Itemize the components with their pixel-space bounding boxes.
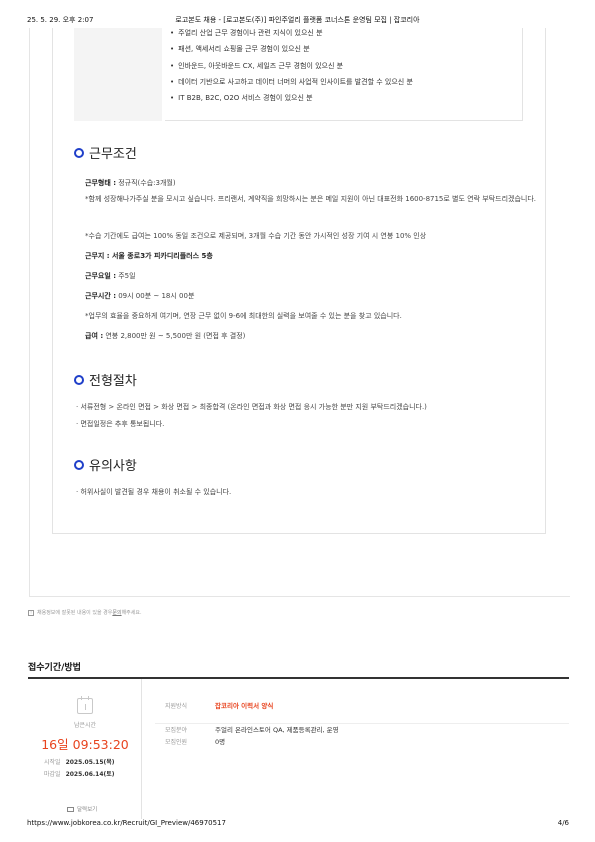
qualification-item: IT B2B, B2C, O2O 서비스 경험이 있으신 분 <box>170 93 312 103</box>
preferred-qualifications-list: 주얼리 산업 근무 경험이나 관련 지식이 있으신 분 패션, 액세서리 쇼핑몰… <box>165 28 523 121</box>
work-hours-value: 09시 00분 ~ 18시 00분 <box>116 292 195 300</box>
remaining-time-label: 남은시간 <box>73 722 97 729</box>
end-date-row: 마감일 2025.06.14(토) <box>44 769 115 778</box>
remaining-time-countdown: 16일 09:53:20 <box>41 737 129 752</box>
section-title-text: 전형절차 <box>89 374 137 389</box>
report-error-notice: ! 채용정보에 잘못된 내용이 있을 경우 문의 해주세요. <box>28 609 142 616</box>
start-date-label: 시작일 <box>44 759 61 766</box>
section-title-text: 유의사항 <box>89 459 137 474</box>
qualification-item: 인바운드, 아웃바운드 CX, 세일즈 근무 경험이 있으신 분 <box>170 61 343 71</box>
work-days-label: 근무요일 : <box>85 272 116 280</box>
section-title-process: 전형절차 <box>74 370 137 389</box>
work-hours: 근무시간 : 09시 00분 ~ 18시 00분 <box>85 291 194 301</box>
work-days: 근무요일 : 주5일 <box>85 271 136 281</box>
circle-bullet-icon <box>74 374 84 385</box>
note-probation: *수습 기간에도 급여는 100% 동일 조건으로 제공되며, 3개월 수습 기… <box>85 232 427 240</box>
recruit-count-value: 0명 <box>215 738 226 746</box>
start-date-row: 시작일 2025.05.15(목) <box>44 757 115 766</box>
end-date-value: 2025.06.14(토) <box>65 771 115 778</box>
circle-bullet-icon <box>74 459 84 470</box>
print-url: https://www.jobkorea.co.kr/Recruit/GI_Pr… <box>27 819 226 827</box>
recruit-field-label: 모집분야 <box>165 727 188 734</box>
calendar-view-button[interactable]: 달력보기 <box>67 805 97 813</box>
info-icon: ! <box>28 609 34 616</box>
circle-bullet-icon <box>74 147 84 158</box>
end-date-label: 마감일 <box>44 771 61 778</box>
qualification-item: 주얼리 산업 근무 경험이나 관련 지식이 있으신 분 <box>170 28 322 38</box>
qualification-item: 데이터 기반으로 사고하고 데이터 너머의 사업적 인사이트를 발견할 수 있으… <box>170 77 413 87</box>
work-location-text: 근무지 : 서울 종로3가 피카디리플러스 5층 <box>85 252 213 260</box>
apply-section-title: 접수기간/방법 <box>28 663 81 673</box>
inquiry-link[interactable]: 문의 <box>112 609 121 616</box>
recruit-field-value: 주얼리 온라인스토어 QA, 제품등록관리, 운영 <box>215 726 339 734</box>
work-location: 근무지 : 서울 종로3가 피카디리플러스 5층 <box>85 251 213 261</box>
employment-type-value: 정규직(수습:3개월) <box>116 179 176 187</box>
notice-text-end: 해주세요. <box>121 610 142 616</box>
qualification-item: 패션, 액세서리 쇼핑몰 근무 경험이 있으신 분 <box>170 44 310 54</box>
start-date-value: 2025.05.15(목) <box>65 759 115 766</box>
work-hours-label: 근무시간 : <box>85 292 116 300</box>
section-title-text: 근무조건 <box>89 147 137 162</box>
print-footer: https://www.jobkorea.co.kr/Recruit/GI_Pr… <box>0 819 595 831</box>
salary-value: 연봉 2,800만 원 ~ 5,500만 원 (면접 후 결정) <box>103 332 246 340</box>
employment-type-label: 근무형태 : <box>85 179 116 187</box>
salary: 급여 : 연봉 2,800만 원 ~ 5,500만 원 (면접 후 결정) <box>85 331 245 341</box>
section-title-cautions: 유의사항 <box>74 455 137 474</box>
recruit-count-label: 모집인원 <box>165 739 188 746</box>
section-title-conditions: 근무조건 <box>74 143 137 162</box>
caution-item: · 허위사실이 발견될 경우 채용이 취소될 수 있습니다. <box>76 488 232 496</box>
work-days-value: 주5일 <box>116 272 136 280</box>
calendar-view-label: 달력보기 <box>77 807 98 813</box>
qualification-label-cell <box>74 28 162 121</box>
note-contact: *함께 성장해나가주실 분을 모시고 싶습니다. 프리랜서, 계약직을 희망하시… <box>85 195 537 203</box>
note-efficiency: *업무의 효율을 중요하게 여기며, 연장 근무 없이 9-6에 최대한의 실력… <box>85 312 402 320</box>
apply-method-label: 지원방식 <box>165 703 188 710</box>
calendar-view-icon <box>67 806 74 812</box>
notice-text: 채용정보에 잘못된 내용이 있을 경우 <box>37 610 113 616</box>
calendar-icon <box>77 696 93 714</box>
print-header: 25. 5. 29. 오후 2:07 로고본도 채용 - [로고본도(주)] 파… <box>0 15 595 29</box>
print-page-number: 4/6 <box>557 819 569 827</box>
process-item: · 서류전형 > 온라인 면접 > 화상 면접 > 최종합격 (온라인 면접과 … <box>76 403 427 411</box>
print-page-title: 로고본도 채용 - [로고본도(주)] 파인주얼리 플랫폼 코너스톤 운영팀 모… <box>175 16 420 24</box>
salary-label: 급여 : <box>85 332 104 340</box>
apply-method-value[interactable]: 잡코리아 이력서 양식 <box>215 700 273 710</box>
process-item: · 면접일정은 추후 통보됩니다. <box>76 420 165 428</box>
employment-type: 근무형태 : 정규직(수습:3개월) <box>85 178 176 188</box>
